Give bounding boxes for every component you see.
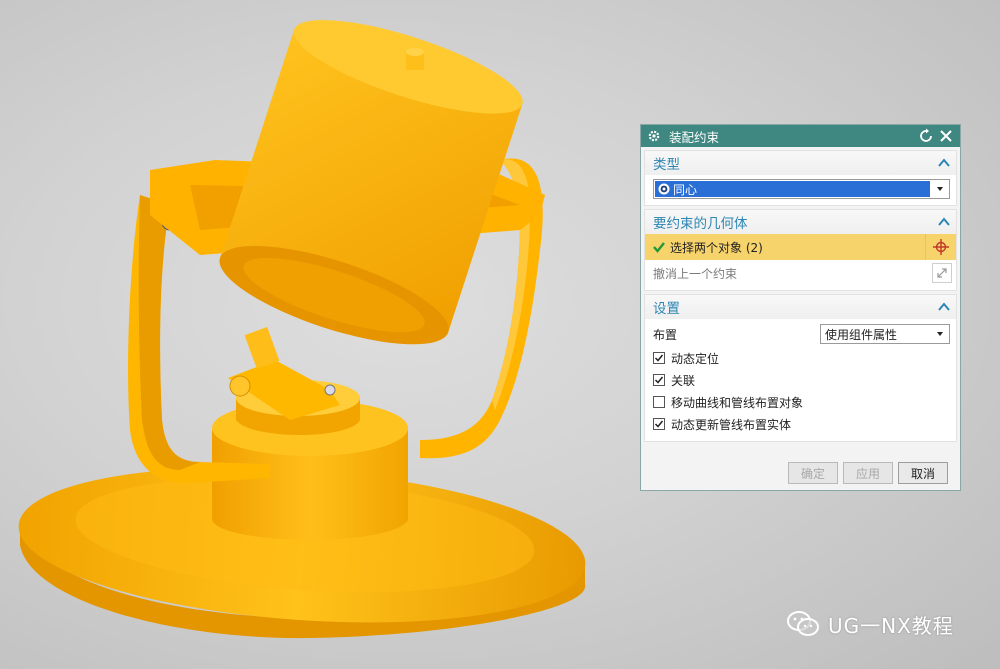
type-section: 类型 同心 bbox=[644, 150, 957, 206]
select-objects-label: 选择两个对象 (2) bbox=[670, 240, 763, 255]
concentric-icon bbox=[658, 183, 670, 195]
dynamic-update-label: 动态更新管线布置实体 bbox=[671, 417, 792, 432]
settings-section-title: 设置 bbox=[653, 301, 680, 317]
dynamic-update-checkbox-row[interactable]: 动态更新管线布置实体 bbox=[653, 413, 950, 435]
move-curves-label: 移动曲线和管线布置对象 bbox=[671, 395, 804, 410]
geometry-section: 要约束的几何体 选择两个对象 (2) 撤消上一个约束 bbox=[644, 209, 957, 291]
layout-label: 布置 bbox=[653, 327, 678, 342]
watermark-text: UG一NX教程 bbox=[828, 613, 954, 638]
crosshair-icon bbox=[933, 239, 949, 255]
watermark: UG一NX教程 bbox=[786, 606, 954, 642]
cancel-button[interactable]: 取消 bbox=[898, 462, 948, 484]
dropdown-arrow-icon[interactable] bbox=[931, 332, 949, 336]
collapse-icon[interactable] bbox=[938, 302, 950, 312]
move-curves-checkbox-row[interactable]: 移动曲线和管线布置对象 bbox=[653, 391, 950, 413]
type-section-title: 类型 bbox=[653, 157, 680, 173]
main-cylinder[interactable] bbox=[209, 1, 531, 364]
undo-last-constraint-label: 撤消上一个约束 bbox=[653, 266, 738, 281]
apply-button[interactable]: 应用 bbox=[843, 462, 893, 484]
undo-constraint-button[interactable] bbox=[932, 263, 952, 283]
select-objects-row[interactable]: 选择两个对象 (2) bbox=[645, 234, 956, 260]
move-curves-checkbox[interactable] bbox=[653, 396, 665, 408]
dynamic-positioning-label: 动态定位 bbox=[671, 351, 720, 366]
dynamic-positioning-checkbox-row[interactable]: 动态定位 bbox=[653, 347, 950, 369]
dialog-button-bar: 确定 应用 取消 bbox=[641, 456, 960, 490]
dynamic-positioning-checkbox[interactable] bbox=[653, 352, 665, 364]
type-section-header[interactable]: 类型 bbox=[645, 151, 956, 175]
dynamic-update-checkbox[interactable] bbox=[653, 418, 665, 430]
close-icon[interactable] bbox=[938, 128, 954, 144]
collapse-icon[interactable] bbox=[938, 217, 950, 227]
undo-constraint-icon bbox=[937, 268, 947, 278]
dialog-title: 装配约束 bbox=[669, 129, 720, 145]
constraint-type-dropdown[interactable]: 同心 bbox=[653, 179, 950, 199]
associative-label: 关联 bbox=[671, 373, 696, 388]
geometry-section-title: 要约束的几何体 bbox=[653, 216, 748, 232]
gear-icon bbox=[648, 130, 660, 142]
geometry-section-header[interactable]: 要约束的几何体 bbox=[645, 210, 956, 234]
settings-section-header[interactable]: 设置 bbox=[645, 295, 956, 319]
wechat-icon bbox=[787, 611, 819, 636]
assembly-constraints-dialog: 装配约束 类型 同心 要约束的几何体 选择两个对象 (2) 撤消上一个约束 设置… bbox=[640, 124, 961, 491]
dropdown-arrow-icon[interactable] bbox=[931, 180, 949, 198]
checkmark-icon bbox=[653, 242, 665, 253]
undo-last-constraint-row[interactable]: 撤消上一个约束 bbox=[653, 262, 952, 284]
associative-checkbox[interactable] bbox=[653, 374, 665, 386]
collapse-icon[interactable] bbox=[938, 158, 950, 168]
ok-button[interactable]: 确定 bbox=[788, 462, 838, 484]
layout-value: 使用组件属性 bbox=[825, 327, 898, 342]
settings-section: 设置 布置 使用组件属性 动态定位 关联 移动曲线和管线布置对象 动态更新管线布… bbox=[644, 294, 957, 442]
layout-dropdown[interactable]: 使用组件属性 bbox=[820, 324, 950, 344]
associative-checkbox-row[interactable]: 关联 bbox=[653, 369, 950, 391]
dialog-title-bar[interactable]: 装配约束 bbox=[641, 125, 960, 147]
crosshair-selector-button[interactable] bbox=[925, 234, 956, 260]
assembly-model[interactable] bbox=[13, 1, 590, 639]
reset-icon[interactable] bbox=[918, 128, 934, 144]
constraint-type-value: 同心 bbox=[673, 182, 698, 197]
